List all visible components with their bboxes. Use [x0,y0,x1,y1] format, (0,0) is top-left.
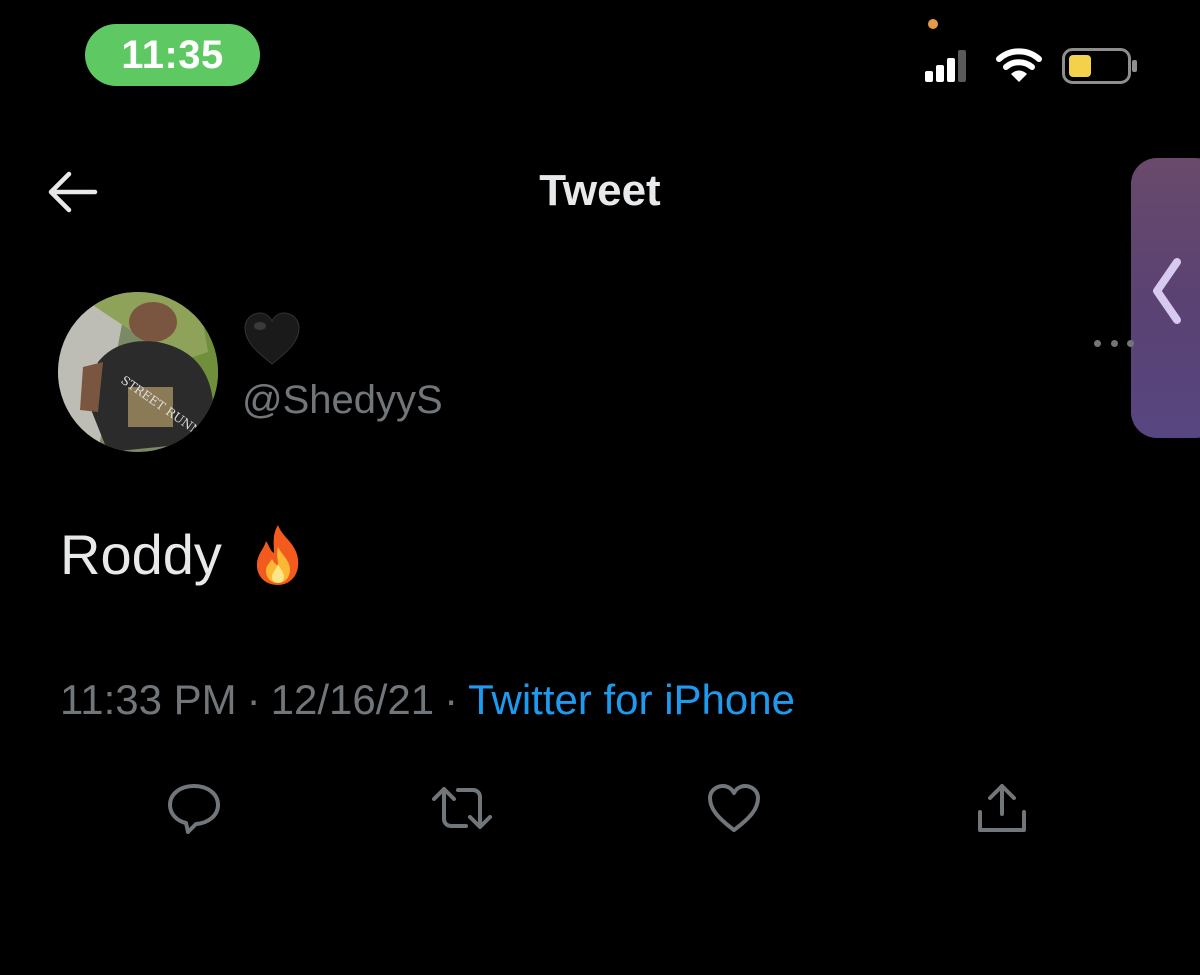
avatar-photo: STREET RUNNER [58,292,218,452]
reply-button[interactable] [162,776,226,840]
author-handle[interactable]: @ShedyyS [242,378,443,423]
like-button[interactable] [702,776,766,840]
dot [1094,339,1101,347]
meta-separator: · [444,676,459,723]
dot [1127,339,1134,347]
tweet-text: Roddy [60,522,308,587]
side-panel-handle[interactable] [1131,158,1200,438]
tweet-date: 12/16/21 [270,676,435,723]
tweet-text-content: Roddy [60,523,222,586]
page-title: Tweet [539,166,661,215]
meta-separator: · [246,676,261,723]
black-heart-emoji[interactable] [242,310,302,370]
avatar[interactable]: STREET RUNNER [58,292,218,452]
retweet-button[interactable] [430,776,494,840]
cellular-signal-icon [925,50,966,82]
status-time[interactable]: 11:35 [85,24,260,86]
tweet-meta: 11:33 PM · 12/16/21 · Twitter for iPhone [60,676,795,724]
tweet-detail-screen: 11:35 Tweet STREET RUNNER @ShedyyS Roddy… [0,0,1200,975]
tweet-time: 11:33 PM [60,676,237,723]
retweet-icon [432,787,492,829]
heart-icon [708,784,760,832]
dot [1110,339,1118,347]
chevron-left-icon [1153,258,1181,324]
wifi-icon [996,48,1042,82]
fire-emoji [256,524,299,585]
share-button[interactable] [970,776,1034,840]
privacy-indicator-dot [928,19,938,29]
battery-icon [1062,48,1137,84]
share-icon [978,784,1026,832]
reply-icon [168,784,220,834]
tweet-source-link[interactable]: Twitter for iPhone [468,676,795,723]
more-dots-icon[interactable] [1094,328,1134,358]
